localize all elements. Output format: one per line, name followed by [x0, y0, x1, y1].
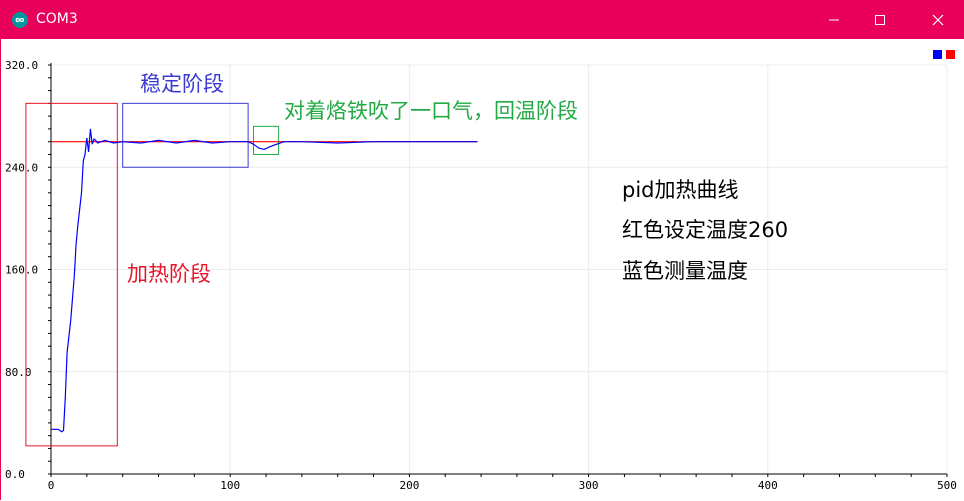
close-icon: [932, 14, 944, 26]
x-tick-label: 500: [937, 479, 957, 492]
y-tick-label: 160.0: [5, 264, 38, 277]
note-line-1: pid加热曲线: [622, 178, 739, 202]
region-box-heating: [25, 102, 118, 447]
x-tick-label: 400: [758, 479, 778, 492]
close-button[interactable]: [915, 1, 961, 39]
title-bar[interactable]: COM3: [1, 1, 964, 39]
minimize-button[interactable]: [811, 1, 857, 39]
y-tick-label: 240.0: [5, 161, 38, 174]
y-tick-label: 80.0: [5, 366, 32, 379]
maximize-button[interactable]: [857, 1, 903, 39]
x-tick-label: 100: [220, 479, 240, 492]
y-tick-label: 0.0: [5, 468, 25, 481]
x-tick-label: 300: [579, 479, 599, 492]
x-tick-label: 0: [48, 479, 55, 492]
recovery-phase-label: 对着烙铁吹了一口气，回温阶段: [284, 99, 578, 123]
series-line-measured: [51, 128, 478, 433]
note-line-3: 蓝色测量温度: [622, 259, 748, 283]
y-tick-label: 320.0: [5, 59, 38, 72]
maximize-icon: [875, 15, 885, 25]
heating-phase-label: 加热阶段: [127, 262, 211, 286]
minimize-icon: [829, 19, 839, 21]
stable-phase-label: 稳定阶段: [140, 72, 224, 96]
note-line-2: 红色设定温度260: [622, 218, 789, 242]
window-title: COM3: [36, 11, 78, 27]
region-box-stable: [122, 102, 249, 168]
x-tick-label: 200: [399, 479, 419, 492]
legend-swatch: [933, 50, 942, 59]
serial-plotter-window: COM3 0 100 200 300 400 500 0.0 80.0 160.0 240.0 32…: [0, 0, 964, 501]
region-box-recovery: [252, 125, 280, 155]
plot-area: 0 100 200 300 400 500 0.0 80.0 160.0 240.0 320.0 加…: [1, 39, 964, 501]
legend-swatch: [946, 50, 955, 59]
infinity-logo-icon: [12, 12, 28, 28]
